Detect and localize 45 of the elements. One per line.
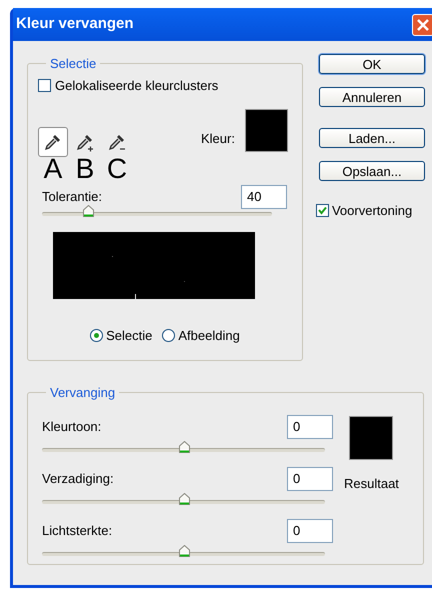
eyedropper-tool[interactable] <box>38 127 68 157</box>
dialog-button[interactable]: Annuleren <box>318 87 425 107</box>
slider-thumb[interactable] <box>83 205 94 217</box>
window-title: Kleur vervangen <box>16 14 135 34</box>
check-icon <box>318 206 327 216</box>
slider[interactable] <box>42 544 325 558</box>
color-swatch[interactable] <box>244 109 288 152</box>
close-icon <box>416 18 430 32</box>
annotation-letter: B <box>74 155 96 183</box>
group-title: Selectie <box>49 55 98 73</box>
input-field[interactable]: 0 <box>287 466 333 490</box>
slider[interactable] <box>42 205 272 219</box>
eyedropper-minus-icon <box>107 132 127 152</box>
checkbox-label: Voorvertoning <box>332 202 412 220</box>
radio-button[interactable] <box>90 329 104 342</box>
input-field[interactable]: 0 <box>287 518 333 542</box>
dialog-button[interactable]: Opslaan... <box>318 161 425 181</box>
slider-thumb[interactable] <box>178 544 190 556</box>
slider[interactable] <box>42 492 325 506</box>
checkbox[interactable] <box>316 204 329 218</box>
annotation-letter: C <box>106 155 128 183</box>
field-label: Tolerantie: <box>42 188 102 206</box>
group-title: Vervanging <box>49 384 116 402</box>
input-field[interactable]: 0 <box>287 414 333 438</box>
dialog-button[interactable]: Laden... <box>318 128 425 148</box>
checkbox-label: Gelokaliseerde kleurclusters <box>55 76 218 94</box>
eyedropper-icon <box>43 132 63 152</box>
checkbox[interactable] <box>38 78 51 92</box>
radio-label: Selectie <box>106 327 152 345</box>
close-button[interactable] <box>412 14 432 36</box>
result-swatch <box>349 416 394 460</box>
slider-thumb[interactable] <box>178 440 190 452</box>
dialog-button[interactable]: OK <box>318 54 425 74</box>
field-label: Verzadiging: <box>42 470 114 488</box>
color-label: Kleur: <box>201 130 235 148</box>
slider[interactable] <box>42 440 325 454</box>
field-label: Kleurtoon: <box>42 418 102 436</box>
radio-label: Afbeelding <box>178 327 240 345</box>
tolerance-field[interactable]: 40 <box>240 185 287 209</box>
radio-button[interactable] <box>162 329 176 342</box>
result-label: Resultaat <box>344 474 399 492</box>
eyedropper-plus-icon <box>75 132 95 152</box>
slider-thumb[interactable] <box>178 492 190 504</box>
field-label: Lichtsterkte: <box>42 522 112 540</box>
annotation-letter: A <box>42 155 64 183</box>
